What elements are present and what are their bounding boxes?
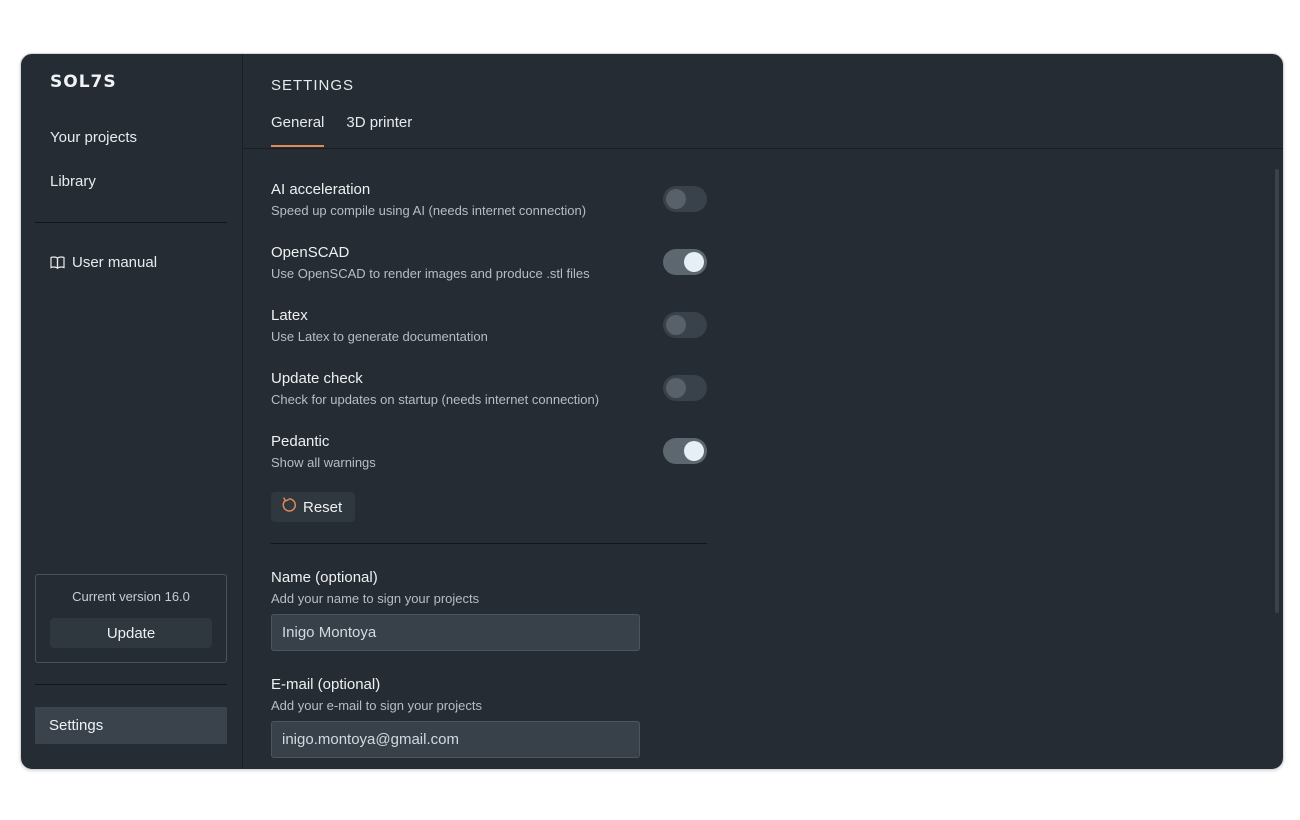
sidebar-item-settings[interactable]: Settings bbox=[35, 707, 227, 744]
setting-title: AI acceleration bbox=[271, 181, 371, 198]
ai-acceleration-toggle[interactable] bbox=[663, 186, 707, 212]
latex-toggle[interactable] bbox=[663, 312, 707, 338]
app-logo: SOL7S bbox=[50, 72, 117, 92]
sidebar: SOL7S Your projects Library User manual … bbox=[21, 54, 243, 769]
setting-title: Pedantic bbox=[271, 433, 330, 450]
email-field-group: E-mail (optional) Add your e-mail to sig… bbox=[271, 676, 707, 758]
toggle-knob bbox=[666, 378, 686, 398]
tabs-divider bbox=[243, 148, 1283, 149]
name-field-description: Add your name to sign your projects bbox=[271, 591, 480, 606]
sidebar-divider bbox=[35, 684, 227, 685]
email-field-description: Add your e-mail to sign your projects bbox=[271, 698, 482, 713]
email-field-label: E-mail (optional) bbox=[271, 676, 381, 693]
reset-icon bbox=[281, 497, 297, 517]
page-title: SETTINGS bbox=[271, 77, 355, 94]
tab-general[interactable]: General bbox=[271, 114, 325, 147]
setting-description: Speed up compile using AI (needs interne… bbox=[271, 203, 587, 218]
setting-description: Show all warnings bbox=[271, 455, 376, 470]
setting-update-check: Update check Check for updates on startu… bbox=[271, 370, 707, 407]
setting-title: Update check bbox=[271, 370, 363, 387]
toggle-knob bbox=[666, 315, 686, 335]
name-field[interactable] bbox=[271, 614, 640, 651]
app-window: SOL7S Your projects Library User manual … bbox=[20, 53, 1284, 770]
pedantic-toggle[interactable] bbox=[663, 438, 707, 464]
version-panel: Current version 16.0 Update bbox=[35, 574, 227, 663]
sidebar-item-library[interactable]: Library bbox=[50, 173, 96, 190]
sidebar-item-user-manual[interactable]: User manual bbox=[50, 254, 157, 271]
current-version-text: Current version 16.0 bbox=[72, 589, 190, 604]
reset-button[interactable]: Reset bbox=[271, 492, 355, 522]
name-field-group: Name (optional) Add your name to sign yo… bbox=[271, 569, 707, 651]
update-check-toggle[interactable] bbox=[663, 375, 707, 401]
section-divider bbox=[271, 543, 707, 544]
setting-openscad: OpenSCAD Use OpenSCAD to render images a… bbox=[271, 244, 707, 281]
setting-title: Latex bbox=[271, 307, 308, 324]
sidebar-item-your-projects[interactable]: Your projects bbox=[50, 129, 137, 146]
setting-latex: Latex Use Latex to generate documentatio… bbox=[271, 307, 707, 344]
tab-bar: General 3D printer bbox=[271, 114, 412, 147]
setting-title: OpenSCAD bbox=[271, 244, 350, 261]
update-button[interactable]: Update bbox=[50, 618, 212, 648]
reset-label: Reset bbox=[303, 498, 343, 516]
vertical-scrollbar[interactable] bbox=[1275, 169, 1279, 613]
name-field-label: Name (optional) bbox=[271, 569, 378, 586]
setting-description: Check for updates on startup (needs inte… bbox=[271, 392, 600, 407]
toggle-knob bbox=[666, 189, 686, 209]
book-icon bbox=[50, 256, 65, 269]
toggle-knob bbox=[684, 441, 704, 461]
email-field[interactable] bbox=[271, 721, 640, 758]
setting-description: Use OpenSCAD to render images and produc… bbox=[271, 266, 590, 281]
setting-pedantic: Pedantic Show all warnings bbox=[271, 433, 707, 470]
sidebar-item-label: User manual bbox=[72, 254, 158, 271]
tab-3d-printer[interactable]: 3D printer bbox=[346, 114, 412, 146]
settings-panel: SETTINGS General 3D printer AI accelerat… bbox=[243, 54, 1283, 769]
setting-description: Use Latex to generate documentation bbox=[271, 329, 488, 344]
toggle-knob bbox=[684, 252, 704, 272]
setting-ai-acceleration: AI acceleration Speed up compile using A… bbox=[271, 181, 707, 218]
sidebar-divider bbox=[35, 222, 227, 223]
openscad-toggle[interactable] bbox=[663, 249, 707, 275]
